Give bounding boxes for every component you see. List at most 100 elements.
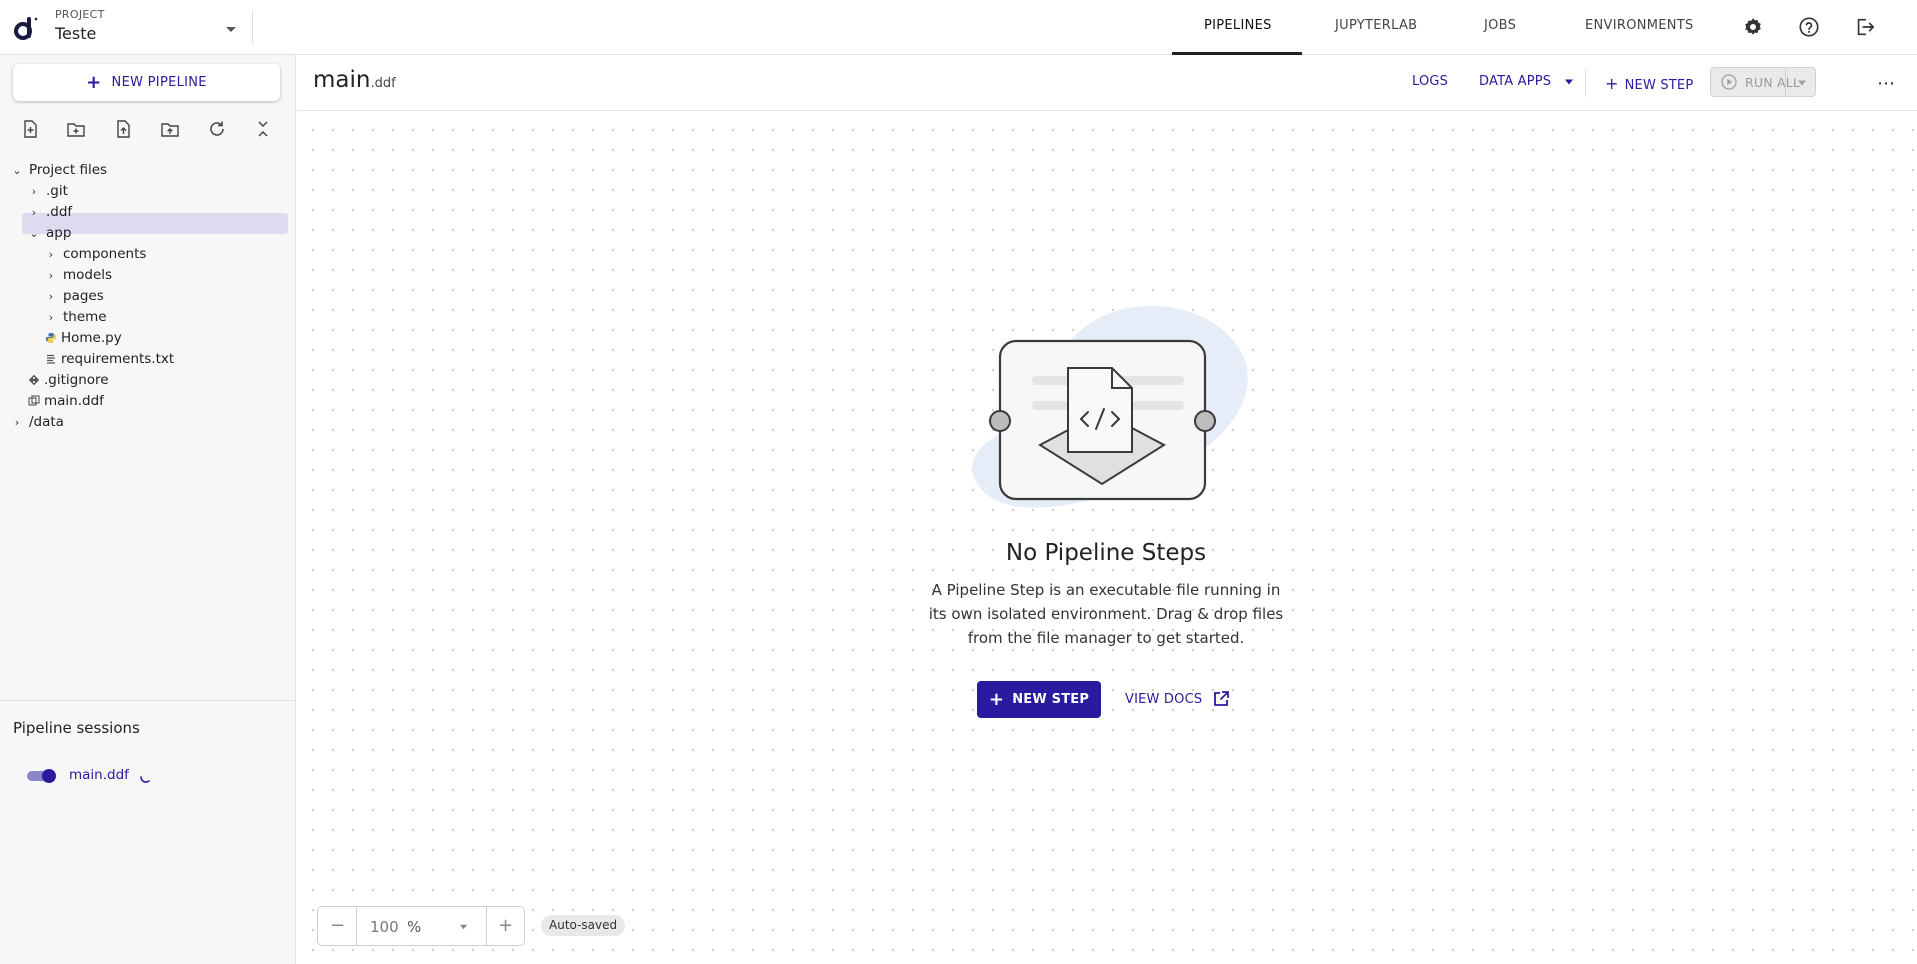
- zoom-control: − 100 % +: [317, 906, 525, 946]
- autosaved-badge: Auto-saved: [541, 915, 626, 936]
- chevron-down-icon: ⌄: [29, 226, 39, 240]
- collapse-all-icon[interactable]: [253, 119, 273, 139]
- run-all-button[interactable]: RUN ALL: [1710, 67, 1816, 97]
- tree-item-label: components: [63, 246, 147, 262]
- top-header: PROJECT Teste PIPELINES JUPYTERLAB JOBS …: [0, 0, 1917, 55]
- chevron-right-icon: ›: [48, 268, 54, 282]
- loading-spinner-icon: [140, 776, 150, 783]
- tab-environments[interactable]: ENVIRONMENTS: [1585, 18, 1694, 33]
- plus-icon: +: [1605, 74, 1619, 93]
- tree-item-models[interactable]: › models: [45, 265, 112, 285]
- plus-icon: +: [988, 689, 1005, 710]
- toolbar-divider: [1585, 69, 1586, 97]
- chevron-down-icon: ⌄: [12, 163, 22, 177]
- tree-item-requirements-txt[interactable]: requirements.txt: [45, 349, 174, 369]
- data-apps-button[interactable]: DATA APPS: [1479, 74, 1574, 89]
- project-selector[interactable]: Teste: [55, 24, 96, 43]
- tree-item-ddf[interactable]: › .ddf: [28, 202, 72, 222]
- tree-item-label: pages: [63, 288, 104, 304]
- tree-item-label: .git: [46, 183, 68, 199]
- chevron-right-icon: ›: [48, 310, 54, 324]
- tree-item-label: /data: [29, 414, 64, 430]
- pipeline-toolbar: main.ddf LOGS DATA APPS + NEW STEP RUN AL…: [297, 55, 1917, 111]
- caret-down-icon[interactable]: [459, 924, 468, 930]
- python-file-icon: [46, 333, 56, 343]
- header-divider: [252, 10, 253, 44]
- play-circle-icon: [1721, 74, 1737, 90]
- zoom-out-button[interactable]: −: [330, 915, 345, 936]
- pipeline-file-icon: [28, 395, 40, 406]
- pipeline-extension: .ddf: [370, 76, 396, 91]
- empty-state-description: A Pipeline Step is an executable file ru…: [928, 581, 1284, 647]
- chevron-right-icon: ›: [14, 415, 20, 429]
- upload-folder-icon[interactable]: [160, 119, 180, 139]
- tree-item-project-files[interactable]: ⌄ Project files: [11, 160, 107, 180]
- tree-item-label: theme: [63, 309, 107, 325]
- empty-pipeline-illustration-icon: [972, 305, 1248, 508]
- tree-item-label: Project files: [29, 162, 108, 178]
- chevron-right-icon: ›: [31, 184, 37, 198]
- file-manager-sidebar: + NEW PIPELINE ⌄ Project files › .git › …: [0, 55, 296, 964]
- plus-icon: +: [86, 72, 102, 93]
- text-file-icon: [47, 354, 55, 364]
- new-file-icon[interactable]: [20, 119, 40, 139]
- empty-state-title: No Pipeline Steps: [1005, 540, 1207, 566]
- view-docs-link[interactable]: VIEW DOCS: [1125, 690, 1230, 708]
- view-docs-label: VIEW DOCS: [1125, 691, 1203, 707]
- orchest-logo-icon[interactable]: [12, 14, 40, 42]
- pipeline-sessions-title: Pipeline sessions: [13, 719, 140, 737]
- run-all-label: RUN ALL: [1745, 75, 1801, 90]
- tree-item-gitignore[interactable]: .gitignore: [28, 370, 109, 390]
- tree-item-label: .ddf: [46, 204, 73, 220]
- tree-item-theme[interactable]: › theme: [45, 307, 107, 327]
- new-step-button[interactable]: + NEW STEP: [977, 681, 1101, 718]
- zoom-divider: [356, 907, 357, 945]
- tree-item-label: app: [46, 225, 72, 241]
- new-step-label: NEW STEP: [1624, 78, 1694, 93]
- tab-jupyterlab[interactable]: JUPYTERLAB: [1335, 18, 1417, 33]
- refresh-icon[interactable]: [207, 119, 227, 139]
- zoom-in-button[interactable]: +: [498, 915, 513, 936]
- session-toggle[interactable]: [27, 769, 57, 783]
- tree-item-data[interactable]: › /data: [11, 412, 64, 432]
- tab-jobs[interactable]: JOBS: [1484, 18, 1516, 33]
- tree-item-app[interactable]: ⌄ app: [28, 223, 71, 243]
- tree-item-home-py[interactable]: Home.py: [45, 328, 122, 348]
- tree-item-main-ddf[interactable]: main.ddf: [28, 391, 104, 411]
- tree-item-label: main.ddf: [44, 393, 104, 409]
- logs-button[interactable]: LOGS: [1412, 74, 1448, 89]
- upload-file-icon[interactable]: [113, 119, 133, 139]
- tree-item-label: Home.py: [61, 330, 122, 346]
- settings-icon[interactable]: [1742, 16, 1764, 38]
- chevron-right-icon: ›: [48, 289, 54, 303]
- new-pipeline-button[interactable]: + NEW PIPELINE: [13, 64, 280, 101]
- zoom-unit: %: [407, 918, 422, 936]
- chevron-right-icon: ›: [48, 247, 54, 261]
- logout-icon[interactable]: [1854, 16, 1876, 38]
- tree-item-pages[interactable]: › pages: [45, 286, 104, 306]
- caret-down-icon[interactable]: [1797, 80, 1807, 86]
- tab-pipelines[interactable]: PIPELINES: [1204, 18, 1272, 33]
- sessions-divider: [0, 700, 296, 701]
- session-name[interactable]: main.ddf: [69, 767, 129, 783]
- external-link-icon: [1214, 691, 1230, 706]
- chevron-down-icon[interactable]: [224, 24, 238, 34]
- tree-item-label: requirements.txt: [61, 351, 175, 367]
- tree-item-label: .gitignore: [44, 372, 109, 388]
- new-folder-icon[interactable]: [66, 119, 86, 139]
- pipeline-canvas[interactable]: [297, 112, 1917, 964]
- project-label: PROJECT: [55, 8, 105, 21]
- new-step-label: NEW STEP: [1012, 692, 1090, 707]
- help-icon[interactable]: [1798, 16, 1820, 38]
- new-pipeline-label: NEW PIPELINE: [111, 75, 207, 90]
- new-step-toolbar-button[interactable]: + NEW STEP: [1605, 74, 1693, 93]
- run-all-split-divider: [1785, 68, 1786, 96]
- more-options-icon[interactable]: ⋯: [1877, 73, 1895, 94]
- zoom-value-input[interactable]: 100: [370, 918, 399, 936]
- zoom-divider: [486, 907, 487, 945]
- git-icon: [28, 374, 40, 386]
- chevron-right-icon: ›: [31, 205, 37, 219]
- tree-item-git[interactable]: › .git: [28, 181, 68, 201]
- tree-item-components[interactable]: › components: [45, 244, 147, 264]
- caret-down-icon: [1564, 79, 1573, 84]
